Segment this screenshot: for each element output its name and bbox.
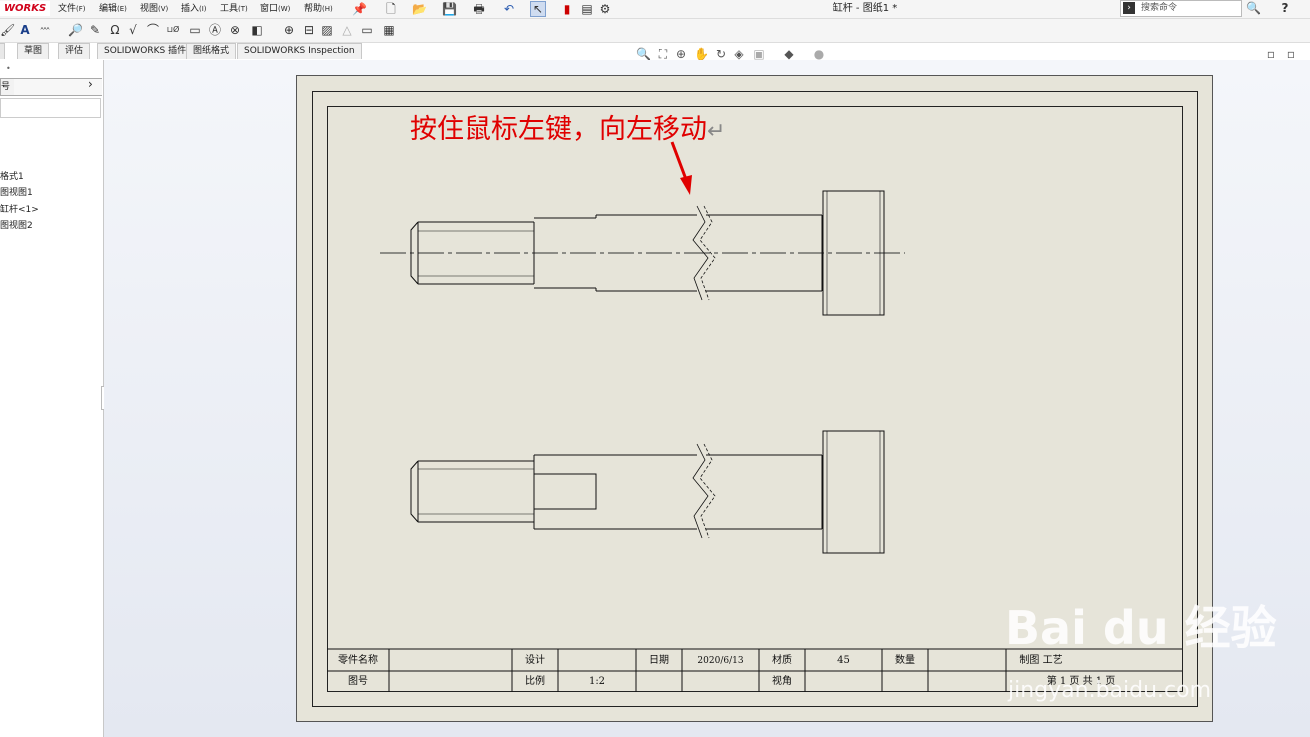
paragraph-return-icon: ↵ <box>707 119 726 144</box>
baidu-watermark-url: jingyan.baidu.com <box>1008 678 1212 703</box>
tb-date-label: 日期 <box>649 655 669 666</box>
drawing-view-2[interactable] <box>410 430 885 554</box>
annotation-text: 按住鼠标左键，向左移动 <box>410 114 707 145</box>
baidu-watermark-logo: Bai du 经验 <box>1005 601 1277 655</box>
tb-material-label: 材质 <box>772 655 792 666</box>
tb-material-value: 45 <box>837 655 850 666</box>
instruction-annotation: 按住鼠标左键，向左移动↵ <box>410 107 725 146</box>
tb-drawing-no-label: 图号 <box>348 676 368 687</box>
tb-design-label: 设计 <box>525 655 545 666</box>
tb-projection-label: 视角 <box>772 676 792 687</box>
annotation-arrow <box>670 141 692 195</box>
tb-scale-label: 比例 <box>525 676 545 687</box>
tb-scale-value: 1:2 <box>588 676 606 687</box>
drawing-view-1[interactable] <box>380 190 905 316</box>
tb-part-name-label: 零件名称 <box>338 655 378 666</box>
tb-date-value: 2020/6/13 <box>697 656 744 666</box>
tb-quantity-label: 数量 <box>895 655 915 666</box>
